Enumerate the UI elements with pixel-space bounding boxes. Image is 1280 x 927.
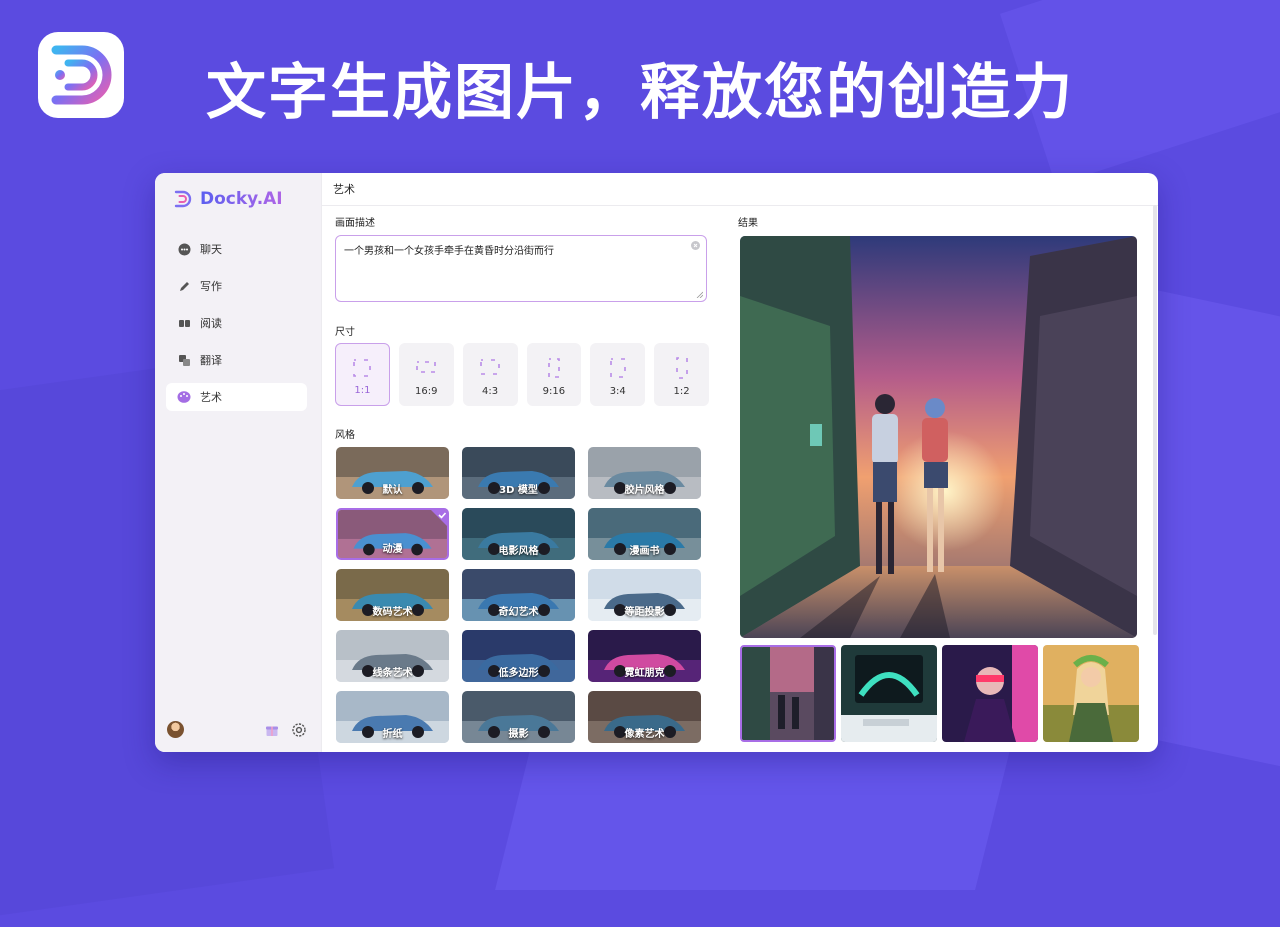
style-option-label: 漫画书 bbox=[629, 546, 660, 557]
docky-logo-icon bbox=[174, 190, 192, 208]
translate-icon bbox=[177, 353, 191, 367]
style-option-label: 折纸 bbox=[382, 729, 403, 740]
style-option-5[interactable]: 漫画书 bbox=[588, 508, 701, 560]
result-image[interactable] bbox=[740, 236, 1137, 638]
aspect-1-1-icon bbox=[353, 359, 372, 377]
sidebar-item-writing[interactable]: 写作 bbox=[166, 272, 307, 300]
clear-icon[interactable] bbox=[691, 241, 700, 250]
page-title-text: 艺术 bbox=[333, 183, 355, 196]
prompt-label: 画面描述 bbox=[335, 218, 375, 229]
style-option-label: 低多边形 bbox=[498, 668, 539, 679]
style-option-9[interactable]: 线条艺术 bbox=[336, 630, 449, 682]
size-option-label: 3:4 bbox=[609, 386, 626, 397]
sidebar-item-label: 阅读 bbox=[200, 317, 222, 330]
style-option-label: 动漫 bbox=[382, 544, 403, 555]
style-option-4[interactable]: 电影风格 bbox=[462, 508, 575, 560]
style-option-12[interactable]: 折纸 bbox=[336, 691, 449, 743]
style-options: 默认 3D 模型 胶片风格动漫 电影风格 漫画书数码艺术 奇幻艺术 等距投影线条艺术 低多边形… bbox=[336, 447, 703, 743]
style-option-label: 默认 bbox=[382, 485, 403, 496]
result-thumbnail[interactable] bbox=[942, 645, 1038, 742]
sidebar-item-translate[interactable]: 翻译 bbox=[166, 346, 307, 374]
page-title: 艺术 bbox=[321, 173, 1158, 206]
size-option-3-4[interactable]: 3:4 bbox=[590, 343, 646, 406]
style-option-label: 等距投影 bbox=[624, 607, 665, 618]
prompt-text: 一个男孩和一个女孩手牵手在黄昏时分沿街而行 bbox=[344, 246, 554, 257]
aspect-9-16-icon bbox=[548, 358, 560, 378]
style-option-label: 线条艺术 bbox=[372, 668, 413, 679]
thumbnail-image bbox=[1043, 645, 1139, 742]
app-window: Docky.AI 聊天 写作 阅读 翻译 艺术 艺术 画面描述 一个男孩和一个女… bbox=[155, 173, 1158, 752]
style-option-label: 像素艺术 bbox=[624, 729, 665, 740]
gear-icon[interactable] bbox=[291, 722, 307, 738]
size-option-label: 9:16 bbox=[542, 386, 566, 397]
result-image-art bbox=[740, 236, 1137, 638]
sidebar-item-label: 翻译 bbox=[200, 354, 222, 367]
style-option-label: 电影风格 bbox=[498, 546, 539, 557]
prompt-input[interactable]: 一个男孩和一个女孩手牵手在黄昏时分沿街而行 bbox=[335, 235, 707, 302]
thumbnail-image bbox=[742, 647, 834, 740]
size-option-label: 1:1 bbox=[354, 385, 371, 396]
thumbnail-image bbox=[942, 645, 1038, 742]
style-option-label: 霓虹朋克 bbox=[624, 668, 665, 679]
size-label: 尺寸 bbox=[335, 327, 355, 338]
size-option-1-1[interactable]: 1:1 bbox=[335, 343, 390, 406]
style-option-label: 3D 模型 bbox=[499, 485, 538, 496]
aspect-3-4-icon bbox=[609, 358, 626, 378]
style-option-2[interactable]: 胶片风格 bbox=[588, 447, 701, 499]
scrollbar[interactable] bbox=[1153, 205, 1157, 635]
check-icon bbox=[431, 510, 447, 526]
pen-icon bbox=[177, 279, 191, 293]
style-option-1[interactable]: 3D 模型 bbox=[462, 447, 575, 499]
size-option-1-2[interactable]: 1:2 bbox=[654, 343, 709, 406]
chat-icon bbox=[177, 242, 191, 256]
palette-icon bbox=[177, 390, 191, 404]
sidebar-item-art[interactable]: 艺术 bbox=[166, 383, 307, 411]
resize-handle-icon[interactable] bbox=[696, 291, 703, 298]
size-options: 1:1 16:9 4:3 9:16 3:4 1:2 bbox=[335, 343, 709, 406]
aspect-1-2-icon bbox=[675, 357, 688, 379]
result-thumbnail[interactable] bbox=[740, 645, 836, 742]
result-thumbnails bbox=[740, 645, 1139, 742]
sidebar-item-label: 艺术 bbox=[200, 391, 222, 404]
style-option-11[interactable]: 霓虹朋克 bbox=[588, 630, 701, 682]
style-option-10[interactable]: 低多边形 bbox=[462, 630, 575, 682]
style-option-8[interactable]: 等距投影 bbox=[588, 569, 701, 621]
sidebar-item-label: 聊天 bbox=[200, 243, 222, 256]
book-icon bbox=[177, 316, 191, 330]
thumbnail-image bbox=[841, 645, 937, 742]
avatar[interactable] bbox=[167, 721, 184, 738]
size-option-4-3[interactable]: 4:3 bbox=[462, 343, 518, 406]
style-option-7[interactable]: 奇幻艺术 bbox=[462, 569, 575, 621]
result-thumbnail[interactable] bbox=[1043, 645, 1139, 742]
headline: 文字生成图片，释放您的创造力 bbox=[206, 58, 1074, 128]
size-option-label: 4:3 bbox=[482, 386, 499, 397]
result-label: 结果 bbox=[738, 218, 758, 229]
style-label: 风格 bbox=[335, 430, 355, 441]
sidebar-nav: 聊天 写作 阅读 翻译 艺术 bbox=[166, 235, 307, 420]
brand-name: Docky.AI bbox=[200, 189, 283, 209]
sidebar-item-label: 写作 bbox=[200, 280, 222, 293]
size-option-16-9[interactable]: 16:9 bbox=[398, 343, 454, 406]
result-thumbnail[interactable] bbox=[841, 645, 937, 742]
aspect-4-3-icon bbox=[480, 359, 500, 375]
style-option-0[interactable]: 默认 bbox=[336, 447, 449, 499]
size-option-9-16[interactable]: 9:16 bbox=[526, 343, 582, 406]
sidebar-item-chat[interactable]: 聊天 bbox=[166, 235, 307, 263]
style-option-3[interactable]: 动漫 bbox=[336, 508, 449, 560]
style-option-label: 摄影 bbox=[508, 729, 529, 740]
gift-icon[interactable] bbox=[265, 723, 279, 737]
style-option-label: 奇幻艺术 bbox=[498, 607, 539, 618]
size-option-label: 16:9 bbox=[415, 386, 438, 397]
size-option-label: 1:2 bbox=[673, 386, 690, 397]
style-option-label: 数码艺术 bbox=[372, 607, 413, 618]
aspect-16-9-icon bbox=[416, 361, 437, 373]
style-option-14[interactable]: 像素艺术 bbox=[588, 691, 701, 743]
style-option-label: 胶片风格 bbox=[624, 485, 665, 496]
sidebar: Docky.AI 聊天 写作 阅读 翻译 艺术 bbox=[155, 173, 322, 752]
style-option-13[interactable]: 摄影 bbox=[462, 691, 575, 743]
brand: Docky.AI bbox=[173, 189, 283, 209]
sidebar-item-reading[interactable]: 阅读 bbox=[166, 309, 307, 337]
sidebar-footer bbox=[167, 719, 311, 741]
style-option-6[interactable]: 数码艺术 bbox=[336, 569, 449, 621]
